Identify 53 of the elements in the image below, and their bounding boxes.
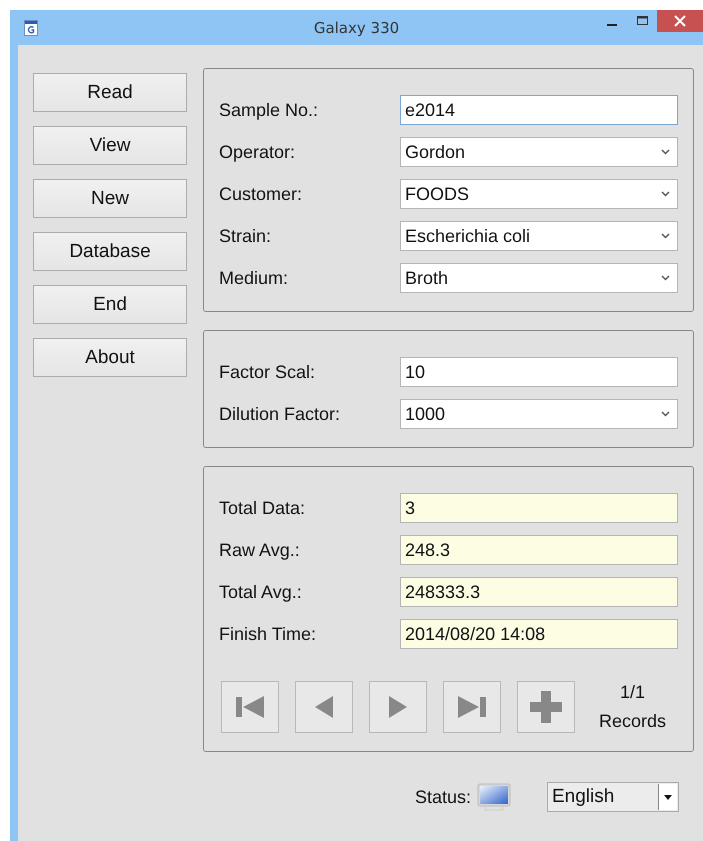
output-field: 248.3 — [400, 535, 678, 565]
chevron-down-icon — [661, 191, 670, 197]
record-position: 1/1 — [620, 682, 646, 703]
menu-button[interactable]: New — [33, 179, 187, 218]
add-button[interactable] — [517, 681, 575, 733]
dropdown-field[interactable]: 1000 — [400, 399, 678, 429]
menu-button[interactable]: View — [33, 126, 187, 165]
chevron-down-icon — [661, 233, 670, 239]
app-icon — [24, 20, 38, 36]
triangle-right-icon — [388, 695, 408, 719]
chevron-down-icon — [661, 411, 670, 417]
input-field[interactable]: e2014 — [400, 95, 678, 125]
menu-button[interactable]: End — [33, 285, 187, 324]
input-field[interactable]: 10 — [400, 357, 678, 387]
field-label: Dilution Factor: — [219, 404, 342, 424]
field-label: Strain: — [219, 226, 272, 246]
close-button[interactable] — [657, 10, 703, 32]
dropdown-field[interactable]: Gordon — [400, 137, 678, 167]
dropdown-field[interactable]: FOODS — [400, 179, 678, 209]
status-label: Status: — [414, 786, 471, 808]
triangle-left-icon — [314, 695, 334, 719]
field-label: Medium: — [219, 268, 290, 288]
first-record-button[interactable] — [221, 681, 279, 733]
field-label: Operator: — [219, 142, 296, 162]
skip-forward-icon — [457, 695, 487, 719]
chevron-down-icon — [661, 275, 670, 281]
output-field: 2014/08/20 14:08 — [400, 619, 678, 649]
field-label: Total Avg.: — [219, 582, 303, 602]
last-record-button[interactable] — [443, 681, 501, 733]
window-title: Galaxy 330 — [312, 18, 400, 36]
chevron-down-icon — [661, 149, 670, 155]
menu-button[interactable]: About — [33, 338, 187, 377]
menu-button[interactable]: Database — [33, 232, 187, 271]
dropdown-field[interactable]: Broth — [400, 263, 678, 293]
menu-button[interactable]: Read — [33, 73, 187, 112]
caret-down-icon — [664, 794, 672, 800]
output-field: 3 — [400, 493, 678, 523]
monitor-icon — [477, 783, 511, 811]
output-field: 248333.3 — [400, 577, 678, 607]
plus-icon — [530, 691, 562, 723]
language-dropdown[interactable]: English — [547, 782, 679, 812]
field-label: Sample No.: — [219, 100, 320, 120]
close-icon — [674, 15, 686, 27]
previous-button[interactable] — [295, 681, 353, 733]
field-label: Customer: — [219, 184, 304, 204]
records-label: Records — [599, 711, 666, 732]
next-button[interactable] — [369, 681, 427, 733]
field-label: Factor Scal: — [219, 362, 316, 382]
field-label: Finish Time: — [219, 624, 318, 644]
field-label: Raw Avg.: — [219, 540, 301, 560]
field-label: Total Data: — [219, 498, 306, 518]
dropdown-field[interactable]: Escherichia coli — [400, 221, 678, 251]
skip-back-icon — [235, 695, 265, 719]
